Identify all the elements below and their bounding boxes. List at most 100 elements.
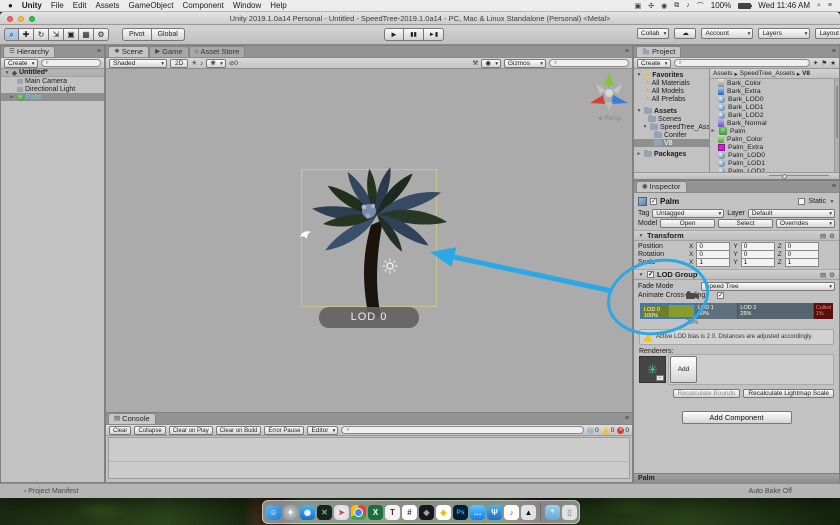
dock-sketch-icon[interactable]: ◈ bbox=[436, 505, 451, 520]
menu-assets[interactable]: Assets bbox=[96, 1, 120, 10]
cloud-button[interactable]: ☁ bbox=[674, 28, 696, 39]
foldout-icon[interactable]: ▼ bbox=[636, 72, 642, 78]
transform-component-header[interactable]: ▼ Transform ▤ ⚙ bbox=[634, 230, 839, 241]
tag-dropdown[interactable]: Untagged bbox=[652, 209, 724, 218]
lod-preview-camera-icon[interactable] bbox=[686, 291, 700, 300]
project-zoom-slider[interactable] bbox=[634, 172, 839, 179]
foldout-icon[interactable]: ▼ bbox=[638, 272, 644, 278]
hierarchy-scene-row[interactable]: ▼ ◈ Untitled* bbox=[1, 69, 104, 77]
scene-tools-icon[interactable]: ⚒ bbox=[473, 59, 479, 67]
menu-help[interactable]: Help bbox=[270, 1, 286, 10]
hierarchy-search-input[interactable]: ⌕ bbox=[41, 59, 101, 67]
lod-group-component-header[interactable]: ▼ ✓ LOD Group ▤ ⚙ bbox=[634, 269, 839, 280]
renderer-thumbnail[interactable]: ✳ − bbox=[639, 356, 666, 383]
model-overrides-dropdown[interactable]: Overrides bbox=[776, 219, 835, 228]
lod2-segment[interactable]: LOD 2 25% bbox=[738, 303, 813, 319]
scene-canvas[interactable]: LOD 0 Persp bbox=[106, 69, 632, 413]
console-search-input[interactable]: ⌕ bbox=[341, 426, 584, 434]
dock-keynote-icon[interactable]: Ψ bbox=[487, 505, 502, 520]
console-log-area[interactable] bbox=[108, 437, 630, 479]
tree-all-models[interactable]: ⌕ All Models bbox=[634, 87, 709, 95]
global-toggle[interactable]: Global bbox=[152, 28, 185, 41]
file-bark-lod2[interactable]: Bark_LOD2 bbox=[710, 111, 834, 119]
tab-scene[interactable]: ❖ Scene bbox=[108, 46, 149, 57]
tab-inspector[interactable]: ◉ Inspector bbox=[636, 181, 687, 192]
file-palm-model[interactable]: ►Palm bbox=[710, 127, 834, 135]
gameobject-name-field[interactable]: Palm bbox=[660, 197, 795, 206]
scale-tool-button[interactable]: ⇲ bbox=[49, 28, 64, 41]
apple-menu-icon[interactable]: ● bbox=[8, 1, 13, 10]
console-error-pause-button[interactable]: Error Pause bbox=[264, 426, 304, 435]
gizmos-dropdown[interactable]: Gizmos bbox=[504, 59, 546, 68]
rotate-tool-button[interactable]: ↻ bbox=[34, 28, 49, 41]
inspector-panel-menu-icon[interactable]: ≡ bbox=[832, 183, 836, 190]
menu-component[interactable]: Component bbox=[182, 1, 223, 10]
animate-crossfade-checkbox[interactable]: ✓ bbox=[717, 292, 724, 299]
file-bark-lod1[interactable]: Bark_LOD1 bbox=[710, 103, 834, 111]
hierarchy-item-directional-light[interactable]: Directional Light bbox=[1, 85, 104, 93]
project-create-dropdown[interactable]: Create bbox=[637, 59, 671, 68]
file-bark-lod0[interactable]: Bark_LOD0 bbox=[710, 95, 834, 103]
menu-gameobject[interactable]: GameObject bbox=[129, 1, 174, 10]
tab-game[interactable]: ▶ Game bbox=[149, 46, 188, 57]
static-dropdown-icon[interactable]: ▼ bbox=[829, 199, 835, 205]
dock-finder-icon[interactable]: ☺ bbox=[266, 505, 281, 520]
notification-center-icon[interactable]: ≡ bbox=[828, 2, 832, 9]
move-tool-button[interactable]: ✚ bbox=[19, 28, 34, 41]
dock-facetime-icon[interactable]: ◉ bbox=[300, 505, 315, 520]
foldout-icon[interactable]: ▼ bbox=[638, 233, 644, 239]
dock-app-dark-icon[interactable]: ◆ bbox=[419, 505, 434, 520]
layers-dropdown[interactable]: Layers bbox=[758, 28, 810, 39]
tree-packages[interactable]: ► Packages bbox=[634, 150, 709, 158]
file-bark-color[interactable]: Bark_Color bbox=[710, 79, 834, 87]
search-by-label-icon[interactable]: ⚑ bbox=[821, 59, 827, 67]
static-checkbox[interactable] bbox=[798, 198, 805, 205]
auto-bake-status[interactable]: Auto Bake Off bbox=[749, 488, 832, 495]
file-palm-extra[interactable]: Palm_Extra bbox=[710, 143, 834, 151]
project-search-input[interactable]: ⌕ bbox=[674, 59, 810, 67]
breadcrumb[interactable]: Assets ▸ SpeedTree_Assets ▸ V8 bbox=[710, 69, 839, 79]
dock-launchpad-icon[interactable]: ✦ bbox=[283, 505, 298, 520]
breadcrumb-speedtree[interactable]: SpeedTree_Assets bbox=[740, 70, 795, 77]
tree-assets[interactable]: ▼ Assets bbox=[634, 107, 709, 115]
pause-button[interactable]: ▮▮ bbox=[404, 28, 424, 41]
menu-window[interactable]: Window bbox=[233, 1, 261, 10]
active-checkbox[interactable]: ✓ bbox=[650, 198, 657, 205]
tab-asset-store[interactable]: ⌂ Asset Store bbox=[189, 46, 246, 57]
status-app-icon[interactable]: ▣ bbox=[635, 2, 642, 10]
preset-icon[interactable]: ▤ bbox=[820, 232, 826, 240]
fade-mode-dropdown[interactable]: Speed Tree bbox=[701, 282, 835, 291]
console-warning-counter[interactable]: 0 bbox=[602, 427, 615, 434]
tree-all-materials[interactable]: ⌕ All Materials bbox=[634, 79, 709, 87]
remove-renderer-button[interactable]: − bbox=[656, 375, 664, 381]
dock-chrome-icon[interactable] bbox=[351, 505, 366, 520]
shading-mode-dropdown[interactable]: Shaded bbox=[109, 59, 167, 68]
spotlight-icon[interactable]: ⌕ bbox=[817, 2, 821, 10]
console-clear-on-play-button[interactable]: Clear on Play bbox=[169, 426, 213, 435]
culled-segment[interactable]: Culled 1% bbox=[814, 303, 833, 319]
play-button[interactable]: ► bbox=[384, 28, 404, 41]
dock-excel-icon[interactable]: X bbox=[368, 505, 383, 520]
close-window-button[interactable] bbox=[7, 16, 13, 22]
tab-project[interactable]: Project bbox=[636, 46, 681, 57]
scale-y-field[interactable]: 1 bbox=[741, 258, 775, 267]
window-title-bar[interactable]: Unity 2019.1.0a14 Personal - Untitled - … bbox=[0, 12, 840, 25]
foldout-icon[interactable]: ► bbox=[710, 128, 716, 134]
console-info-counter[interactable]: ! 0 bbox=[587, 427, 599, 434]
perspective-mode-label[interactable]: Persp bbox=[584, 115, 632, 122]
file-bark-normal[interactable]: Bark_Normal bbox=[710, 119, 834, 127]
search-by-type-icon[interactable]: ✦ bbox=[813, 59, 818, 67]
scale-x-field[interactable]: 1 bbox=[696, 258, 730, 267]
menu-unity[interactable]: Unity bbox=[22, 1, 42, 10]
dock-word-icon[interactable]: T bbox=[385, 505, 400, 520]
lod1-segment[interactable]: LOD 1 50% bbox=[696, 303, 738, 319]
dock-messages-icon[interactable]: … bbox=[470, 505, 485, 520]
tree-v8[interactable]: V8 bbox=[634, 139, 709, 147]
scene-panel-menu-icon[interactable]: ≡ bbox=[625, 48, 629, 55]
sun-gizmo-icon[interactable] bbox=[382, 258, 398, 274]
console-panel-menu-icon[interactable]: ≡ bbox=[625, 415, 629, 422]
menu-clock[interactable]: Wed 11:46 AM bbox=[758, 1, 810, 10]
tree-conifer[interactable]: Conifer bbox=[634, 131, 709, 139]
file-palm-lod1[interactable]: Palm_LOD1 bbox=[710, 159, 834, 167]
tab-hierarchy[interactable]: ☰ Hierarchy bbox=[3, 46, 55, 57]
